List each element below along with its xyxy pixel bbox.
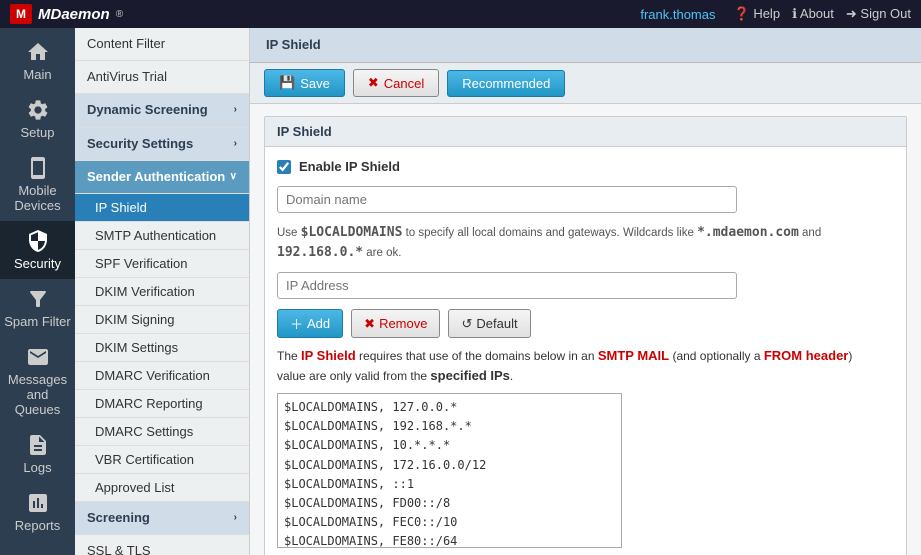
ip-field-row xyxy=(277,272,894,299)
sidebar-item-setup[interactable]: Setup xyxy=(0,90,75,148)
sidebar-item-mobile[interactable]: Mobile Devices xyxy=(0,148,75,221)
layout: Main Setup Mobile Devices Security Spam … xyxy=(0,28,921,555)
remove-button[interactable]: ✖ Remove xyxy=(351,309,440,338)
logo-icon: M xyxy=(10,4,32,24)
description-text: The IP Shield requires that use of the d… xyxy=(277,346,894,385)
sidebar-item-security[interactable]: Security xyxy=(0,221,75,279)
add-button[interactable]: ＋ Add xyxy=(277,309,343,338)
logo-text: MDaemon xyxy=(38,6,110,23)
topbar-nav: frank.thomas ❓ Help ℹ About ➜ Sign Out xyxy=(640,6,911,22)
sidebar-item-logs[interactable]: Logs xyxy=(0,425,75,483)
menu-dmarc-settings[interactable]: DMARC Settings xyxy=(75,418,249,446)
help-link[interactable]: ❓ Help xyxy=(734,6,781,22)
menu-dynamic-screening[interactable]: Dynamic Screening › xyxy=(75,94,249,127)
menu-antivirus-trial[interactable]: AntiVirus Trial xyxy=(75,61,249,94)
content-area: IP Shield Enable IP Shield Use $LOCALDOM… xyxy=(250,104,921,555)
menu-content-filter[interactable]: Content Filter xyxy=(75,28,249,61)
menu-dmarc-verification[interactable]: DMARC Verification xyxy=(75,362,249,390)
menu-dkim-signing[interactable]: DKIM Signing xyxy=(75,306,249,334)
menu-dkim-verification[interactable]: DKIM Verification xyxy=(75,278,249,306)
sidebar-icons: Main Setup Mobile Devices Security Spam … xyxy=(0,28,75,555)
default-button[interactable]: ↺ Default xyxy=(448,309,530,338)
menu-dmarc-reporting[interactable]: DMARC Reporting xyxy=(75,390,249,418)
chevron-right-icon: › xyxy=(234,137,237,151)
panel-header: IP Shield xyxy=(265,117,906,147)
hint-text: Use $LOCALDOMAINS to specify all local d… xyxy=(277,223,894,262)
enable-checkbox[interactable] xyxy=(277,160,291,174)
menu-ssl-tls[interactable]: SSL & TLS xyxy=(75,535,249,555)
domain-field-row xyxy=(277,186,894,213)
sidebar-item-messages[interactable]: Messages and Queues xyxy=(0,337,75,425)
toolbar: 💾 Save ✖ Cancel Recommended xyxy=(250,63,921,104)
default-icon: ↺ xyxy=(461,316,472,332)
ip-shield-panel: IP Shield Enable IP Shield Use $LOCALDOM… xyxy=(264,116,907,555)
topbar: M MDaemon ® frank.thomas ❓ Help ℹ About ➜… xyxy=(0,0,921,28)
remove-icon: ✖ xyxy=(364,316,375,332)
save-button[interactable]: 💾 Save xyxy=(264,69,345,97)
page-header: IP Shield xyxy=(250,28,921,63)
menu-security-settings[interactable]: Security Settings › xyxy=(75,128,249,161)
chevron-right-icon: › xyxy=(234,103,237,117)
main-content: IP Shield 💾 Save ✖ Cancel Recommended IP… xyxy=(250,28,921,555)
sidebar-menu: Content Filter AntiVirus Trial Dynamic S… xyxy=(75,28,250,555)
logo-registered: ® xyxy=(116,9,123,20)
chevron-down-icon: ∨ xyxy=(230,170,237,184)
menu-spf-verification[interactable]: SPF Verification xyxy=(75,250,249,278)
topbar-user: frank.thomas xyxy=(640,7,715,22)
menu-vbr-certification[interactable]: VBR Certification xyxy=(75,446,249,474)
menu-smtp-auth[interactable]: SMTP Authentication xyxy=(75,222,249,250)
domain-input[interactable] xyxy=(277,186,737,213)
panel-body: Enable IP Shield Use $LOCALDOMAINS to sp… xyxy=(265,147,906,555)
cancel-icon: ✖ xyxy=(368,75,379,91)
chevron-right-icon: › xyxy=(234,511,237,525)
action-buttons: ＋ Add ✖ Remove ↺ Default xyxy=(277,309,894,338)
page-title: IP Shield xyxy=(266,37,321,52)
sidebar-item-reports[interactable]: Reports xyxy=(0,483,75,541)
menu-screening[interactable]: Screening › xyxy=(75,502,249,535)
ip-input[interactable] xyxy=(277,272,737,299)
sidebar-item-main[interactable]: Main xyxy=(0,32,75,90)
menu-approved-list[interactable]: Approved List xyxy=(75,474,249,502)
about-link[interactable]: ℹ About xyxy=(792,6,834,22)
enable-row: Enable IP Shield xyxy=(277,159,894,174)
menu-dkim-settings[interactable]: DKIM Settings xyxy=(75,334,249,362)
cancel-button[interactable]: ✖ Cancel xyxy=(353,69,439,97)
recommended-button[interactable]: Recommended xyxy=(447,70,565,97)
menu-sender-auth[interactable]: Sender Authentication ∨ xyxy=(75,161,249,194)
add-icon: ＋ xyxy=(290,314,303,333)
ip-list[interactable]: $LOCALDOMAINS, 127.0.0.* $LOCALDOMAINS, … xyxy=(278,394,621,547)
enable-label[interactable]: Enable IP Shield xyxy=(299,159,400,174)
sidebar-item-spam[interactable]: Spam Filter xyxy=(0,279,75,337)
menu-ip-shield[interactable]: IP Shield xyxy=(75,194,249,222)
save-icon: 💾 xyxy=(279,75,295,91)
signout-link[interactable]: ➜ Sign Out xyxy=(846,6,911,22)
logo: M MDaemon ® xyxy=(10,4,123,24)
ip-list-container: $LOCALDOMAINS, 127.0.0.* $LOCALDOMAINS, … xyxy=(277,393,622,548)
